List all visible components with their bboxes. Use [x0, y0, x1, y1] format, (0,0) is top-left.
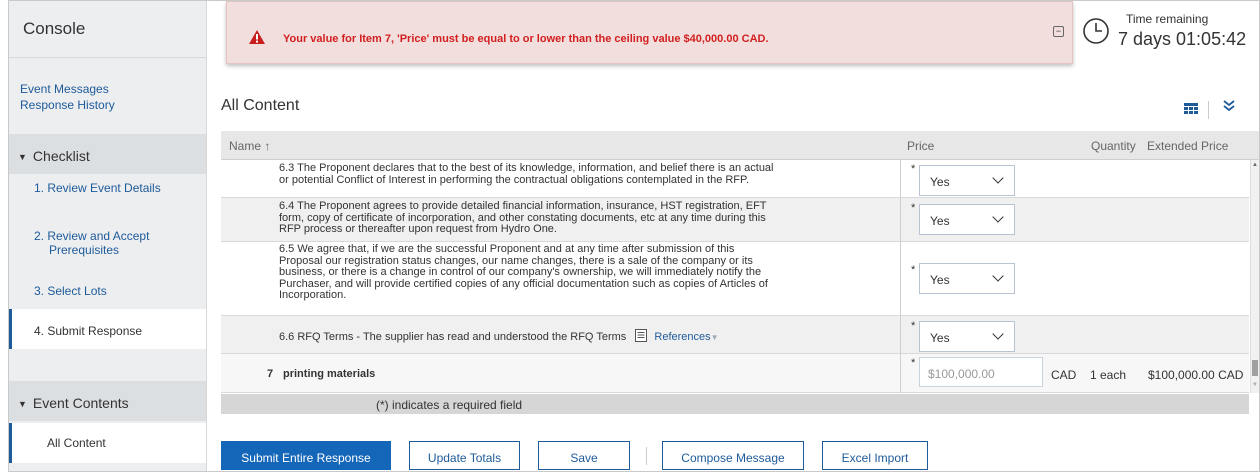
- required-asterisk: *: [911, 357, 916, 369]
- event-contents-header[interactable]: ▼ Event Contents: [9, 381, 206, 421]
- table-row: 6.6 RFQ Terms - The supplier has read an…: [221, 316, 1249, 354]
- vertical-scrollbar[interactable]: ▲ ▼: [1250, 160, 1259, 393]
- submit-entire-response-button[interactable]: Submit Entire Response: [221, 441, 391, 470]
- collapse-triangle-icon: ▼: [18, 399, 27, 409]
- checklist-item-submit-response[interactable]: 4. Submit Response: [9, 309, 206, 349]
- time-remaining-value: 7 days 01:05:42: [1118, 29, 1247, 49]
- row-text: 6.3 The Proponent declares that to the b…: [279, 162, 839, 186]
- row-text-line: Purchaser, and will provide certified co…: [279, 277, 768, 290]
- column-header-extended-price: Extended Price: [1147, 139, 1229, 153]
- event-contents-item-all-content[interactable]: All Content: [9, 423, 206, 463]
- currency-label: CAD: [1051, 368, 1077, 382]
- clock-icon: [1083, 18, 1109, 44]
- compose-message-button[interactable]: Compose Message: [662, 441, 804, 470]
- quantity-value: 1 each: [1090, 368, 1127, 382]
- table-row: 6.4 The Proponent agrees to provide deta…: [221, 198, 1249, 242]
- row-text-line: Incorporation.: [279, 289, 347, 301]
- item-name: printing materials: [283, 368, 376, 380]
- column-header-name[interactable]: Name ↑: [229, 139, 270, 153]
- dropdown-value: Yes: [930, 214, 950, 228]
- collapse-triangle-icon: ▼: [18, 152, 27, 162]
- extended-price-value: $100,000.00 CAD: [1148, 368, 1244, 382]
- checklist-item-review-accept[interactable]: 2. Review and Accept: [9, 229, 206, 243]
- yes-no-dropdown[interactable]: Yes: [919, 204, 1015, 235]
- dropdown-arrow-icon: ▼: [710, 333, 719, 342]
- column-header-quantity: Quantity: [1091, 139, 1136, 153]
- main-panel: Your value for Item 7, 'Price' must be e…: [208, 1, 1259, 471]
- column-header-price: Price: [907, 139, 935, 153]
- dropdown-value: Yes: [930, 331, 950, 345]
- dropdown-value: Yes: [930, 273, 950, 287]
- yes-no-dropdown[interactable]: Yes: [919, 165, 1015, 196]
- row-text-line: 6.4 The Proponent agrees to provide deta…: [279, 200, 767, 212]
- row-text-line: 6.3 The Proponent declares that to the b…: [279, 162, 774, 174]
- column-divider: [900, 160, 901, 393]
- table-row: 6.5 We agree that, if we are the success…: [221, 242, 1249, 316]
- table-view-icon[interactable]: [1184, 103, 1198, 115]
- time-remaining-label: Time remaining: [1126, 12, 1209, 26]
- dropdown-value: Yes: [930, 175, 950, 189]
- chevron-down-icon: [992, 270, 1004, 282]
- table-row: 6.3 The Proponent declares that to the b…: [221, 160, 1249, 198]
- required-asterisk: *: [911, 163, 916, 175]
- page-title: All Content: [221, 97, 300, 114]
- table-header: Name ↑ Price Quantity Extended Price: [221, 131, 1259, 160]
- required-asterisk: *: [911, 264, 916, 276]
- sidebar: Console Event Messages Response History …: [9, 1, 207, 471]
- row-text: 6.5 We agree that, if we are the success…: [279, 243, 839, 302]
- required-field-note-row: (*) indicates a required field: [221, 394, 1249, 414]
- checklist-title: Checklist: [32, 148, 90, 164]
- console-title: Console: [23, 19, 86, 38]
- double-chevron-down-icon[interactable]: [1223, 100, 1235, 112]
- checklist-item-review-event[interactable]: 1. Review Event Details: [9, 181, 206, 195]
- scrollbar-thumb[interactable]: [1252, 360, 1258, 376]
- divider: [646, 447, 647, 465]
- collapse-alert-button[interactable]: −: [1053, 26, 1064, 37]
- warning-icon: [249, 30, 265, 44]
- yes-no-dropdown[interactable]: Yes: [919, 263, 1015, 294]
- row-text: 6.4 The Proponent agrees to provide deta…: [279, 200, 839, 236]
- chevron-down-icon: [992, 172, 1004, 184]
- table-row-item-7: 7 printing materials * $100,000.00 CAD 1…: [221, 354, 1249, 393]
- app-frame: Console Event Messages Response History …: [8, 0, 1260, 472]
- divider: [1208, 101, 1209, 119]
- required-asterisk: *: [911, 202, 916, 214]
- save-button[interactable]: Save: [538, 441, 630, 470]
- divider: [9, 57, 207, 58]
- alert-message: Your value for Item 7, 'Price' must be e…: [283, 33, 769, 45]
- checklist-item-prerequisites[interactable]: Prerequisites: [9, 243, 206, 257]
- row-text: 6.6 RFQ Terms - The supplier has read an…: [279, 329, 879, 344]
- row-text-line: RFP process or thereafter upon request f…: [279, 223, 557, 235]
- row-text-line: 6.6 RFQ Terms - The supplier has read an…: [279, 331, 627, 343]
- required-asterisk: *: [911, 320, 916, 332]
- document-icon[interactable]: [635, 329, 648, 342]
- excel-import-button[interactable]: Excel Import: [822, 441, 928, 470]
- scroll-down-icon[interactable]: ▼: [1252, 382, 1258, 388]
- chevron-down-icon: [992, 328, 1004, 340]
- row-text-line: or potential Conflict of Interest in per…: [279, 173, 750, 186]
- content-table: Name ↑ Price Quantity Extended Price 6.3…: [221, 131, 1259, 414]
- error-alert: Your value for Item 7, 'Price' must be e…: [226, 1, 1073, 64]
- update-totals-button[interactable]: Update Totals: [409, 441, 520, 470]
- event-contents-title: Event Contents: [32, 395, 129, 411]
- row-text-line: business, or there is a change in contro…: [279, 266, 762, 278]
- price-input[interactable]: $100,000.00: [919, 357, 1043, 387]
- checklist-item-select-lots[interactable]: 3. Select Lots: [9, 284, 206, 298]
- chevron-down-icon: [992, 211, 1004, 223]
- yes-no-dropdown[interactable]: Yes: [919, 321, 1015, 352]
- response-history-link[interactable]: Response History: [20, 98, 115, 112]
- required-field-note: (*) indicates a required field: [376, 398, 523, 412]
- scroll-up-icon[interactable]: ▲: [1252, 162, 1258, 168]
- row-text-line: 6.5 We agree that, if we are the success…: [279, 243, 735, 255]
- item-number: 7: [267, 368, 274, 380]
- event-messages-link[interactable]: Event Messages: [20, 82, 109, 96]
- checklist-header[interactable]: ▼ Checklist: [9, 134, 206, 174]
- references-link[interactable]: References: [654, 331, 710, 343]
